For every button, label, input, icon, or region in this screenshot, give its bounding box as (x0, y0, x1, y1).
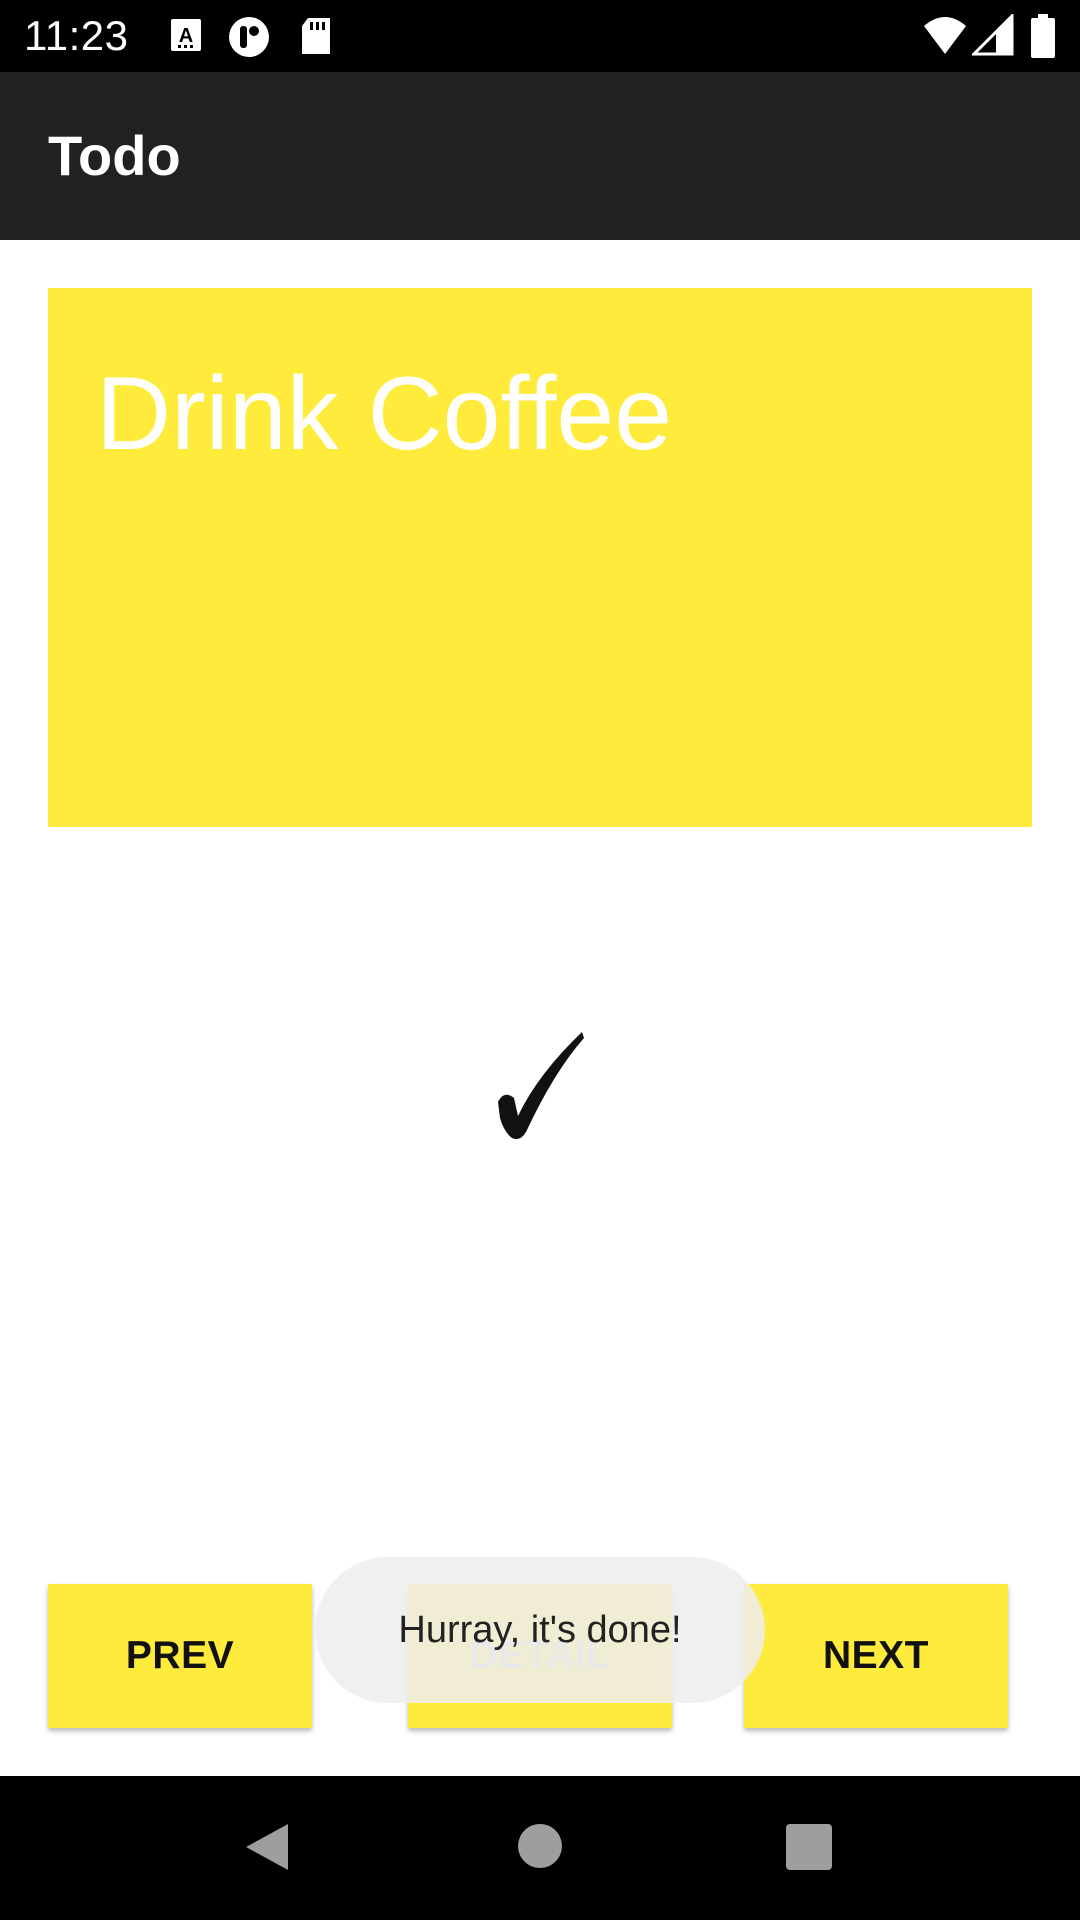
signal-icon (970, 12, 1014, 61)
todo-screen: 11:23 A Todo Drink Coffee PREV NEXT Hurr… (0, 0, 1080, 1920)
next-button[interactable]: NEXT (744, 1584, 1008, 1728)
home-icon[interactable] (518, 1824, 562, 1873)
recents-icon[interactable] (786, 1824, 832, 1875)
status-bar: 11:23 A (0, 0, 1080, 72)
wifi-icon (922, 14, 968, 61)
toast-message: Hurray, it's done! (315, 1557, 765, 1703)
todo-card: Drink Coffee (48, 288, 1032, 827)
app-title: Todo (48, 124, 181, 187)
status-time: 11:23 (24, 12, 129, 59)
circle-app-icon (228, 16, 269, 57)
text-a-icon: A (168, 16, 208, 56)
check-mark-icon (490, 1020, 590, 1150)
navigation-bar (0, 1776, 1080, 1920)
todo-title: Drink Coffee (96, 356, 673, 472)
app-bar: Todo (0, 72, 1080, 240)
back-icon[interactable] (244, 1822, 290, 1877)
svg-text:A: A (179, 25, 193, 47)
prev-button[interactable]: PREV (48, 1584, 312, 1728)
battery-icon (1030, 14, 1056, 63)
sd-card-icon (298, 16, 338, 56)
